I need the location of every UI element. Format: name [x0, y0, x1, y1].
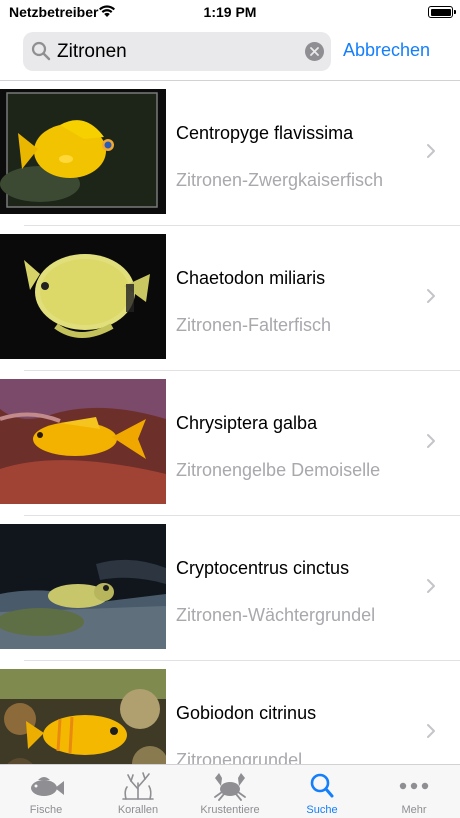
- tab-label: Krustentiere: [200, 804, 260, 816]
- tab-suche[interactable]: Suche: [276, 765, 368, 818]
- coral-icon: [118, 769, 158, 801]
- crab-icon: [210, 769, 250, 801]
- common-name: Zitronen-Zwergkaiserfisch: [176, 170, 384, 190]
- tab-label: Korallen: [117, 804, 159, 816]
- scientific-name: Centropyge flavissima: [176, 123, 354, 143]
- chevron-right-icon: [426, 723, 436, 744]
- search-icon: [31, 41, 51, 66]
- search-icon: [302, 769, 342, 801]
- common-name: Zitronen-Wächtergrundel: [176, 605, 376, 625]
- clear-search-icon[interactable]: [305, 42, 324, 61]
- chevron-right-icon: [426, 288, 436, 309]
- chevron-right-icon: [426, 433, 436, 454]
- results-list[interactable]: Centropyge flavissima Zitronen-Zwergkais…: [0, 81, 460, 764]
- search-bar: Abbrechen: [0, 24, 460, 80]
- scientific-name: Chrysiptera galba: [176, 413, 318, 433]
- fish-thumbnail: [0, 524, 166, 649]
- list-item[interactable]: Centropyge flavissima Zitronen-Zwergkais…: [0, 81, 460, 226]
- tab-krustentiere[interactable]: Krustentiere: [184, 765, 276, 818]
- scientific-name: Cryptocentrus cinctus: [176, 558, 350, 578]
- tab-mehr[interactable]: Mehr: [368, 765, 460, 818]
- chevron-right-icon: [426, 578, 436, 599]
- fish-thumbnail: [0, 379, 166, 504]
- tab-bar: Fische Korallen Krustentiere Suche Mehr: [0, 764, 460, 818]
- cancel-button[interactable]: Abbrechen: [343, 40, 430, 61]
- scientific-name: Gobiodon citrinus: [176, 703, 317, 723]
- search-field[interactable]: [23, 32, 331, 71]
- tab-label: Fische: [29, 804, 63, 816]
- list-item[interactable]: Cryptocentrus cinctus Zitronen-Wächtergr…: [0, 516, 460, 661]
- tab-label: Suche: [306, 804, 338, 816]
- battery-icon: [428, 6, 456, 18]
- scientific-name: Chaetodon miliaris: [176, 268, 326, 288]
- fish-icon: [26, 769, 66, 801]
- common-name: Zitronen-Falterfisch: [176, 315, 332, 335]
- fish-thumbnail: [0, 89, 166, 214]
- list-item[interactable]: Chrysiptera galba Zitronengelbe Demoisel…: [0, 371, 460, 516]
- more-icon: [394, 769, 434, 801]
- list-item[interactable]: Gobiodon citrinus Zitronengrundel: [0, 661, 460, 764]
- tab-korallen[interactable]: Korallen: [92, 765, 184, 818]
- tab-label: Mehr: [401, 804, 427, 816]
- status-bar: Netzbetreiber 1:19 PM: [0, 0, 460, 24]
- common-name: Zitronengelbe Demoiselle: [176, 460, 381, 480]
- tab-fische[interactable]: Fische: [0, 765, 92, 818]
- list-item[interactable]: Chaetodon miliaris Zitronen-Falterfisch: [0, 226, 460, 371]
- fish-thumbnail: [0, 234, 166, 359]
- clock: 1:19 PM: [203, 4, 257, 20]
- fish-thumbnail: [0, 669, 166, 764]
- common-name: Zitronengrundel: [176, 750, 303, 764]
- chevron-right-icon: [426, 143, 436, 164]
- search-input[interactable]: [57, 40, 297, 64]
